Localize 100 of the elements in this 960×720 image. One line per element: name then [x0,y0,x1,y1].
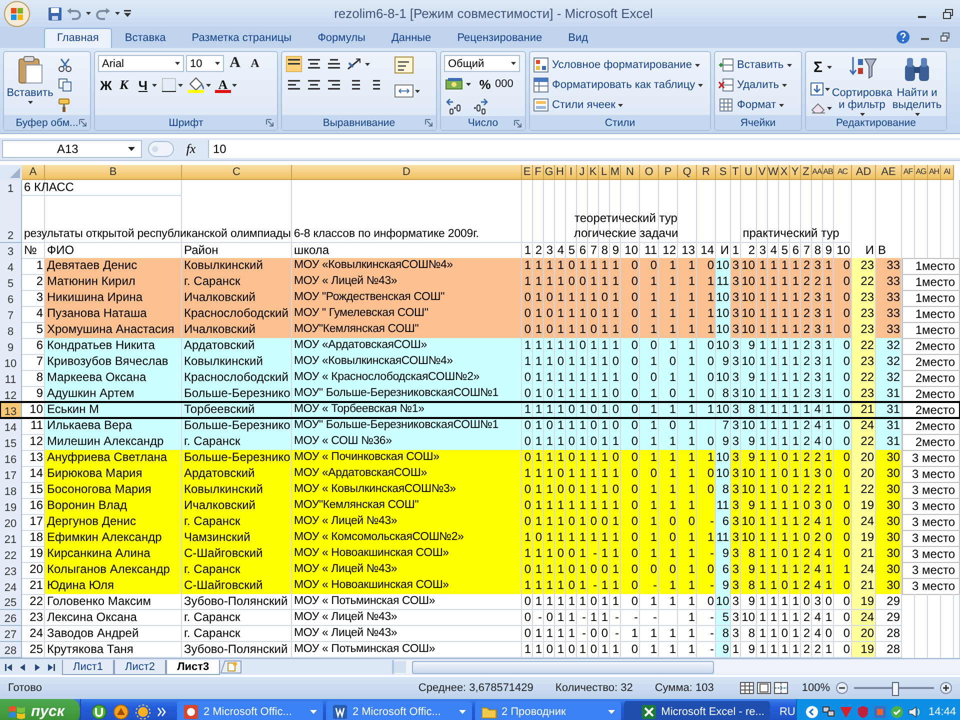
horseshoe-app-icon[interactable] [91,704,108,720]
column-header[interactable]: D [292,165,522,180]
column-header[interactable]: U [741,165,757,180]
page-layout-icon[interactable] [756,682,771,694]
grow-font-button[interactable]: A [226,55,244,72]
name-box[interactable]: A13 [2,140,142,158]
previous-sheet-icon[interactable] [18,662,28,672]
ribbon-tab[interactable]: Данные [378,28,444,48]
row-header[interactable]: 22 [0,546,22,563]
autosum-button[interactable]: Σ [810,58,826,76]
row-header[interactable]: 27 [0,626,22,642]
row-header[interactable]: 11 [0,370,22,387]
font-size-dropdown[interactable]: 10 [186,55,224,72]
scissors-icon[interactable] [58,58,72,72]
shrink-font-button[interactable]: A [246,56,264,71]
column-header[interactable]: O [640,165,659,180]
row-header[interactable]: 6 [0,290,22,307]
row-header[interactable]: 7 [0,306,22,323]
zoom-out-icon[interactable] [836,682,848,694]
ribbon-tab[interactable]: Разметка страницы [178,28,305,48]
merge-cells-icon[interactable] [394,84,414,98]
sheet-tab[interactable]: Лист1 [62,660,114,674]
italic-button[interactable]: К [116,76,132,94]
column-header[interactable]: Y [790,165,801,180]
row-header[interactable]: 26 [0,610,22,626]
column-header[interactable]: J [577,165,588,180]
brush-icon[interactable] [58,98,72,112]
undo-icon[interactable] [66,6,82,20]
ribbon-menu-button[interactable]: Форматировать как таблицу [533,77,704,93]
fill-bucket-icon[interactable] [187,77,205,93]
column-header[interactable]: K [588,165,599,180]
percent-button[interactable]: % [477,75,493,93]
ribbon-tab[interactable]: Рецензирование [444,28,556,48]
row-header[interactable]: 3 [0,243,22,259]
column-header[interactable]: Z [801,165,812,180]
column-header[interactable]: W [768,165,779,180]
bold-button[interactable]: Ж [98,76,114,94]
wrap-text-icon[interactable] [394,56,414,74]
column-header[interactable]: N [621,165,640,180]
column-header[interactable]: AI [941,165,954,180]
row-header[interactable]: 10 [0,354,22,371]
row-header[interactable]: 16 [0,450,22,467]
triangle-app-icon[interactable] [113,704,130,720]
column-header[interactable]: M [610,165,621,180]
new-sheet-icon[interactable] [220,660,242,674]
first-sheet-icon[interactable] [4,662,14,672]
column-header[interactable]: AA [812,165,823,180]
find-select-button[interactable]: Найти и выделить [891,55,943,116]
align-top-icon[interactable] [286,56,302,72]
column-header[interactable]: F [533,165,544,180]
row-header[interactable]: 5 [0,274,22,291]
column-header[interactable]: AE [876,165,902,180]
column-header[interactable]: B [45,165,182,180]
ribbon-menu-button[interactable]: Удалить [718,77,792,93]
sheet-tab[interactable]: Лист2 [114,660,166,674]
column-header[interactable]: X [779,165,790,180]
taskbar-button[interactable]: Microsoft Excel - re... [624,701,770,720]
horizontal-scrollbar[interactable] [392,660,960,674]
ribbon-tab[interactable]: Формулы [304,28,378,48]
column-header[interactable]: AB [823,165,834,180]
column-header[interactable]: E [522,165,533,180]
thousands-separator-button[interactable]: 000 [495,75,514,93]
restore-icon[interactable] [940,32,950,42]
chevron-icon[interactable] [157,706,168,716]
sun-icon[interactable] [135,704,152,720]
column-header[interactable]: AD [852,165,876,180]
underline-button[interactable]: Ч [135,76,151,94]
paste-button[interactable]: Вставить [7,55,53,104]
column-header[interactable]: AF [902,165,915,180]
dialog-launcher-icon[interactable] [266,119,274,127]
row-header[interactable]: 24 [0,578,22,595]
column-header[interactable]: AH [928,165,941,180]
row-header[interactable]: 28 [0,642,22,658]
insert-function-button[interactable]: fx [180,141,202,157]
row-header[interactable]: 9 [0,338,22,355]
ribbon-tab[interactable]: Вставка [112,28,179,48]
dialog-launcher-icon[interactable] [425,119,433,127]
row-header[interactable]: 17 [0,466,22,483]
column-header[interactable]: V [757,165,768,180]
check-shield-icon[interactable] [890,704,904,718]
currency-icon[interactable] [445,77,465,91]
row-header[interactable]: 8 [0,322,22,339]
ribbon-tab[interactable]: Главная [44,28,112,48]
row-header[interactable]: 23 [0,562,22,579]
ribbon-menu-button[interactable]: Вставить [718,57,792,73]
speaker-icon[interactable] [907,704,922,718]
help-icon[interactable] [896,30,910,44]
column-header[interactable]: C [182,165,292,180]
font-name-dropdown[interactable]: Arial [98,55,184,72]
taskbar-button[interactable]: 2 Microsoft Offic... [326,701,472,720]
ribbon-tab[interactable]: Вид [555,28,602,48]
column-header[interactable]: A [22,165,45,180]
row-header[interactable]: 1 [0,180,22,196]
start-button[interactable]: пуск [0,699,80,720]
normal-view-icon[interactable] [740,682,754,694]
formula-input[interactable]: 10 [208,140,960,158]
zoom-slider-thumb[interactable] [892,682,899,696]
save-icon[interactable] [48,6,62,20]
column-header[interactable]: Q [678,165,697,180]
dialog-launcher-icon[interactable] [79,119,87,127]
